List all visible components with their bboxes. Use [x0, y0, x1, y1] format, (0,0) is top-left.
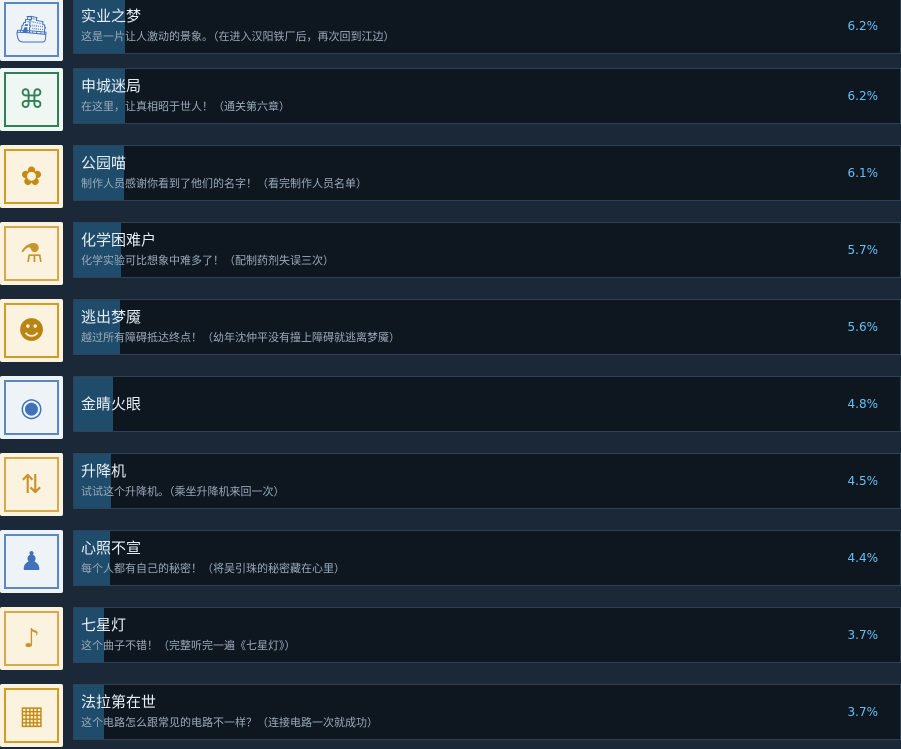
gramophone-icon: ♪	[0, 607, 63, 670]
achievement-title: 心照不宣	[81, 539, 142, 557]
achievement-description: 化学实验可比想象中难多了！（配制药剂失误三次）	[81, 254, 334, 267]
achievement-panel: 逃出梦魇越过所有障碍抵达终点！（幼年沈仲平没有撞上障碍就逃离梦魇） 5.6%	[73, 299, 901, 355]
unlock-percentage: 3.7%	[847, 705, 879, 719]
secret-figure-icon: ♟	[0, 530, 63, 593]
achievement-icon-art: ⇅	[4, 457, 59, 512]
unlock-percentage: 5.7%	[847, 243, 879, 257]
achievement-panel: 金睛火眼 4.8%	[73, 376, 901, 432]
mask-icon: ☻	[0, 299, 63, 362]
achievement-row[interactable]: ☻ 逃出梦魇越过所有障碍抵达终点！（幼年沈仲平没有撞上障碍就逃离梦魇） 5.6%	[0, 299, 901, 363]
achievement-icon-art: ✿	[4, 149, 59, 204]
achievement-description: 制作人员感谢你看到了他们的名字！（看完制作人员名单）	[81, 177, 367, 190]
achievement-row[interactable]: ♪ 七星灯这个曲子不错！（完整听完一遍《七星灯》） 3.7%	[0, 607, 901, 671]
achievement-description: 这是一片让人激动的景象。（在进入汉阳铁厂后，再次回到江边）	[81, 30, 395, 43]
achievement-description: 这个曲子不错！（完整听完一遍《七星灯》）	[81, 639, 296, 652]
achievement-panel: 七星灯这个曲子不错！（完整听完一遍《七星灯》） 3.7%	[73, 607, 901, 663]
achievement-icon-art: ♟	[4, 534, 59, 589]
achievement-panel: 公园喵制作人员感谢你看到了他们的名字！（看完制作人员名单） 6.1%	[73, 145, 901, 201]
achievement-title: 申城迷局	[81, 77, 142, 95]
achievement-title: 升降机	[81, 462, 127, 480]
achievement-icon-art: ☻	[4, 303, 59, 358]
unlock-percentage: 4.4%	[847, 551, 879, 565]
achievement-row[interactable]: ⇅ 升降机试试这个升降机。（乘坐升降机来回一次） 4.5%	[0, 453, 901, 517]
achievement-description: 在这里，让真相昭于世人！（通关第六章）	[81, 100, 290, 113]
achievement-title: 七星灯	[81, 616, 127, 634]
achievement-title: 金睛火眼	[81, 395, 142, 413]
unlock-percentage: 4.5%	[847, 474, 879, 488]
unlock-percentage: 4.8%	[847, 397, 879, 411]
circuit-icon: ▦	[0, 684, 63, 747]
achievement-icon-art: ▦	[4, 688, 59, 743]
achievement-title: 公园喵	[81, 154, 127, 172]
cat-face-icon: ✿	[0, 145, 63, 208]
achievement-description: 这个电路怎么跟常见的电路不一样？（连接电路一次就成功）	[81, 716, 378, 729]
achievement-icon-art: ⛴	[4, 2, 59, 57]
achievement-description: 每个人都有自己的秘密！（将吴引珠的秘密藏在心里）	[81, 562, 345, 575]
unlock-percentage: 3.7%	[847, 628, 879, 642]
achievement-row[interactable]: ⌘ 申城迷局在这里，让真相昭于世人！（通关第六章） 6.2%	[0, 68, 901, 132]
achievement-title: 法拉第在世	[81, 693, 157, 711]
detective-eye-icon: ◉	[0, 376, 63, 439]
achievement-description: 试试这个升降机。（乘坐升降机来回一次）	[81, 485, 285, 498]
achievement-panel: 化学困难户化学实验可比想象中难多了！（配制药剂失误三次） 5.7%	[73, 222, 901, 278]
achievement-panel: 法拉第在世这个电路怎么跟常见的电路不一样？（连接电路一次就成功） 3.7%	[73, 684, 901, 740]
achievement-icon-art: ♪	[4, 611, 59, 666]
achievement-icon-art: ⚗	[4, 226, 59, 281]
achievement-row[interactable]: ✿ 公园喵制作人员感谢你看到了他们的名字！（看完制作人员名单） 6.1%	[0, 145, 901, 209]
achievement-title: 化学困难户	[81, 231, 157, 249]
achievement-panel: 心照不宣每个人都有自己的秘密！（将吴引珠的秘密藏在心里） 4.4%	[73, 530, 901, 586]
achievement-panel: 升降机试试这个升降机。（乘坐升降机来回一次） 4.5%	[73, 453, 901, 509]
achievement-title: 逃出梦魇	[81, 308, 142, 326]
elevator-icon: ⇅	[0, 453, 63, 516]
flask-icon: ⚗	[0, 222, 63, 285]
achievement-row[interactable]: ⚗ 化学困难户化学实验可比想象中难多了！（配制药剂失误三次） 5.7%	[0, 222, 901, 286]
achievement-row[interactable]: ⛴ 实业之梦这是一片让人激动的景象。（在进入汉阳铁厂后，再次回到江边） 6.2%	[0, 0, 901, 62]
unlock-percentage: 6.2%	[847, 19, 879, 33]
achievement-icon-art: ⌘	[4, 72, 59, 127]
unlock-percentage: 5.6%	[847, 320, 879, 334]
factory-river-icon: ⛴	[0, 0, 63, 61]
achievement-icon-art: ◉	[4, 380, 59, 435]
achievement-panel: 实业之梦这是一片让人激动的景象。（在进入汉阳铁厂后，再次回到江边） 6.2%	[73, 0, 901, 54]
achievement-row[interactable]: ▦ 法拉第在世这个电路怎么跟常见的电路不一样？（连接电路一次就成功） 3.7%	[0, 684, 901, 748]
unlock-percentage: 6.1%	[847, 166, 879, 180]
achievement-title: 实业之梦	[81, 7, 142, 25]
city-puzzle-icon: ⌘	[0, 68, 63, 131]
achievement-row[interactable]: ♟ 心照不宣每个人都有自己的秘密！（将吴引珠的秘密藏在心里） 4.4%	[0, 530, 901, 594]
achievement-row[interactable]: ◉ 金睛火眼 4.8%	[0, 376, 901, 440]
achievement-list: ⛴ 实业之梦这是一片让人激动的景象。（在进入汉阳铁厂后，再次回到江边） 6.2% ⌘ 申…	[0, 0, 901, 749]
achievement-description: 越过所有障碍抵达终点！（幼年沈仲平没有撞上障碍就逃离梦魇）	[81, 331, 400, 344]
unlock-percentage: 6.2%	[847, 89, 879, 103]
achievement-panel: 申城迷局在这里，让真相昭于世人！（通关第六章） 6.2%	[73, 68, 901, 124]
